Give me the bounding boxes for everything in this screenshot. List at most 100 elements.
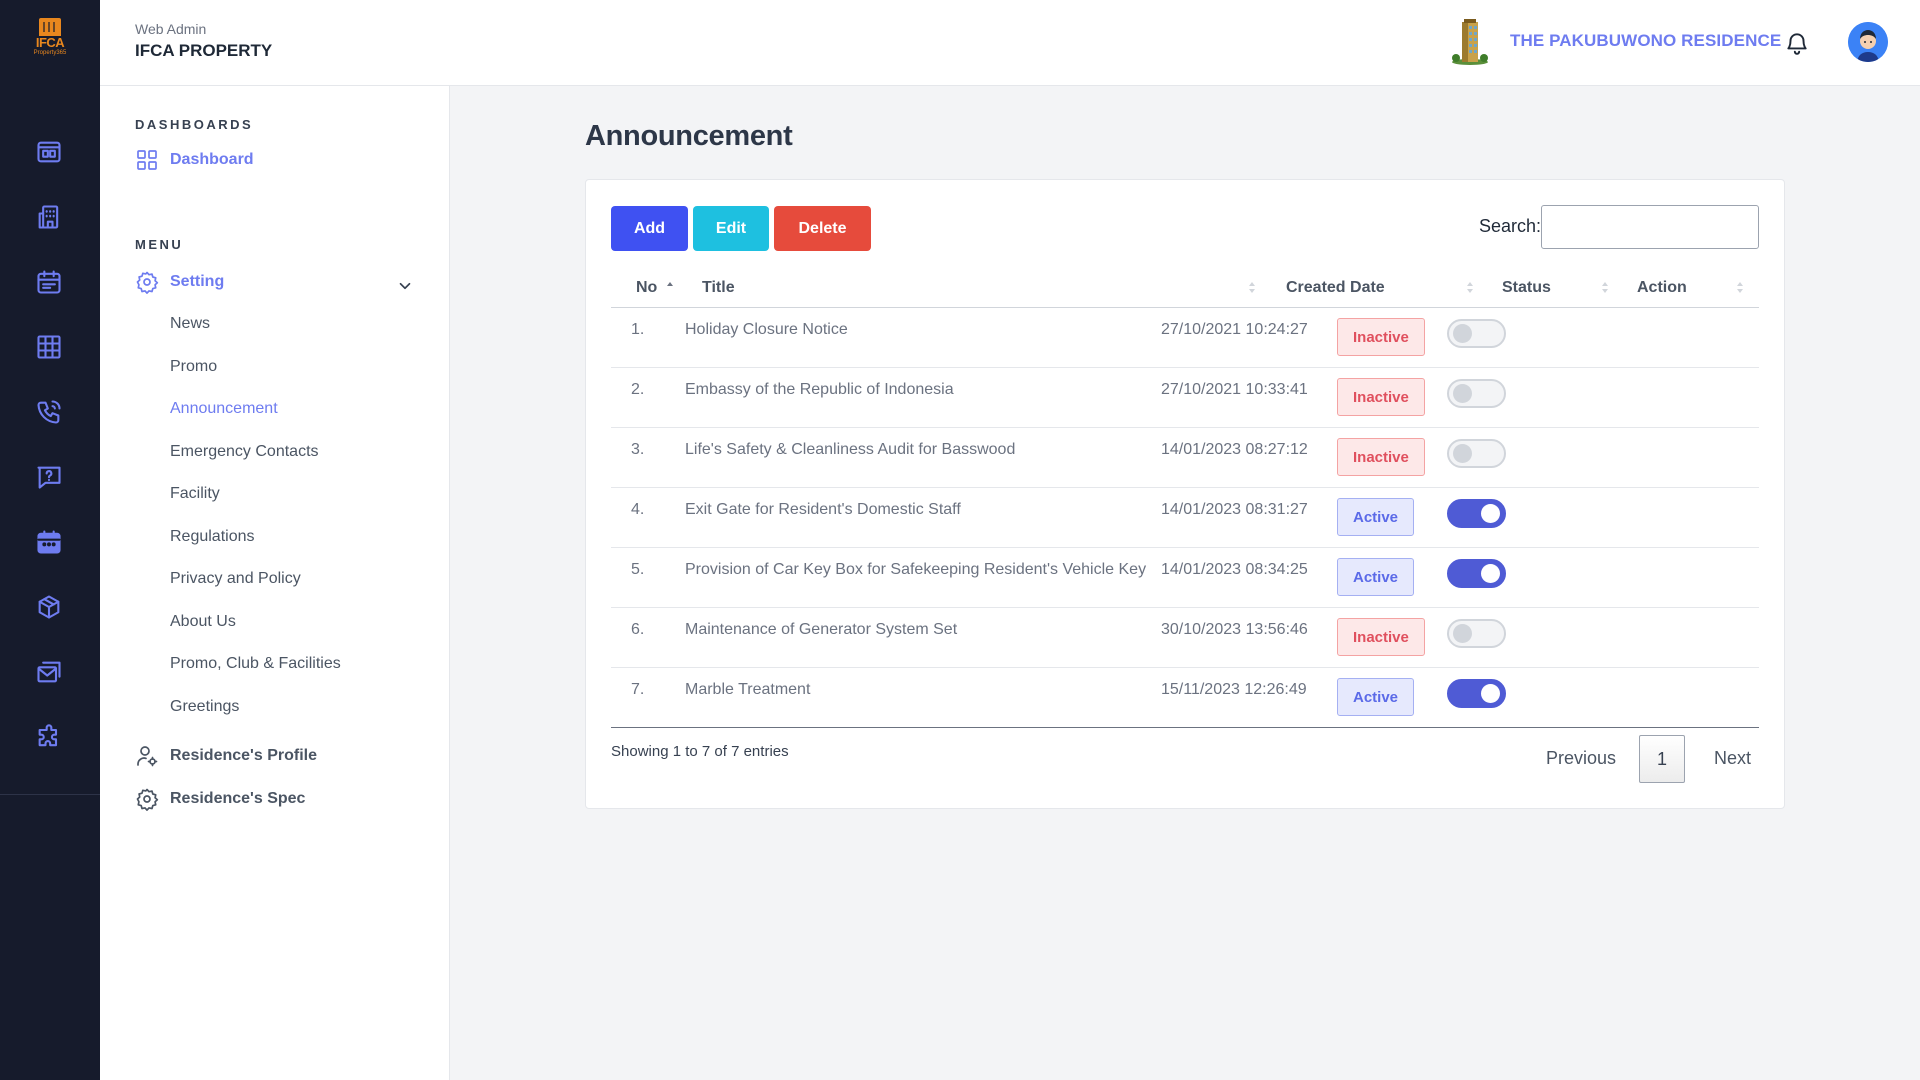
search-label: Search: xyxy=(1479,216,1542,236)
row-number: 5. xyxy=(631,561,645,578)
building-icon[interactable] xyxy=(34,202,64,232)
toggle-knob xyxy=(1453,444,1472,463)
column-header-no[interactable]: No xyxy=(636,279,657,297)
row-number: 3. xyxy=(631,441,645,458)
status-badge: Active xyxy=(1337,678,1415,716)
sidebar-subitem-about-us[interactable]: About Us xyxy=(170,613,236,631)
logo-subtext: Property365 xyxy=(33,50,67,56)
row-number: 4. xyxy=(631,501,645,518)
residence-name[interactable]: THE PAKUBUWONO RESIDENCE xyxy=(1510,31,1781,51)
column-header-action[interactable]: Action xyxy=(1637,279,1687,297)
sidebar-subitem-greetings[interactable]: Greetings xyxy=(170,698,239,716)
mail-icon[interactable] xyxy=(34,657,64,687)
page-title: Announcement xyxy=(585,120,793,152)
row-created-date: 30/10/2023 13:56:46 xyxy=(1161,621,1308,638)
sidebar-subitem-promo-club-facilities[interactable]: Promo, Club & Facilities xyxy=(170,655,341,673)
top-header: Web Admin IFCA PROPERTY THE PAKUBUWONO R… xyxy=(100,0,1920,86)
sort-icon[interactable] xyxy=(1248,282,1256,296)
ifca-logo[interactable]: IFCA Property365 xyxy=(30,18,70,60)
table-row[interactable]: 7. Marble Treatment 15/11/2023 12:26:49 Act… xyxy=(611,668,1759,728)
announcement-table: No Title Created Date Status Action 1. Ho… xyxy=(611,268,1759,728)
table-row[interactable]: 2. Embassy of the Republic of Indonesia 27… xyxy=(611,368,1759,428)
logo-text: IFCA xyxy=(35,35,65,50)
status-badge: Inactive xyxy=(1337,618,1425,656)
sidebar-subitem-news[interactable]: News xyxy=(170,315,210,333)
row-created-date: 15/11/2023 12:26:49 xyxy=(1161,681,1307,698)
sidebar-item-residence-profile[interactable]: Residence's Profile xyxy=(135,744,317,768)
row-number: 1. xyxy=(631,321,645,338)
status-badge: Active xyxy=(1337,558,1415,596)
add-button[interactable]: Add xyxy=(611,206,688,251)
table-row[interactable]: 6. Maintenance of Generator System Set 30/… xyxy=(611,608,1759,668)
next-page-button[interactable]: Next xyxy=(1714,748,1751,769)
chevron-down-icon[interactable] xyxy=(396,277,414,295)
status-badge: Inactive xyxy=(1337,438,1425,476)
dashboards-heading: DASHBOARDS xyxy=(135,117,254,132)
toggle-knob xyxy=(1453,324,1472,343)
edit-button[interactable]: Edit xyxy=(693,206,769,251)
sort-asc-icon[interactable] xyxy=(666,282,674,296)
help-icon[interactable] xyxy=(34,462,64,492)
sort-icon[interactable] xyxy=(1736,282,1744,296)
sidebar-subitem-privacy-policy[interactable]: Privacy and Policy xyxy=(170,570,301,588)
column-header-created-date[interactable]: Created Date xyxy=(1286,279,1385,297)
row-created-date: 14/01/2023 08:31:27 xyxy=(1161,501,1308,518)
status-toggle[interactable] xyxy=(1447,319,1506,348)
sidebar-item-label: Residence's Spec xyxy=(170,790,306,807)
delete-button[interactable]: Delete xyxy=(774,206,871,251)
sidebar-subitem-regulations[interactable]: Regulations xyxy=(170,528,255,546)
column-header-title[interactable]: Title xyxy=(702,279,735,297)
dashboard-icon[interactable] xyxy=(34,137,64,167)
table-body: 1. Holiday Closure Notice 27/10/2021 10:24… xyxy=(611,308,1759,728)
page-1-button[interactable]: 1 xyxy=(1639,735,1685,783)
sidebar-subitem-emergency-contacts[interactable]: Emergency Contacts xyxy=(170,443,319,461)
sidebar-subitem-promo[interactable]: Promo xyxy=(170,358,217,376)
status-toggle[interactable] xyxy=(1447,439,1506,468)
sort-icon[interactable] xyxy=(1466,282,1474,296)
row-title: Exit Gate for Resident's Domestic Staff xyxy=(685,501,961,518)
row-number: 7. xyxy=(631,681,645,698)
puzzle-icon[interactable] xyxy=(34,722,64,752)
sidebar-item-setting[interactable]: Setting xyxy=(135,270,224,294)
sidebar-item-label: Setting xyxy=(170,273,225,290)
toggle-knob xyxy=(1453,624,1472,643)
row-title: Holiday Closure Notice xyxy=(685,321,848,338)
event-icon[interactable] xyxy=(34,527,64,557)
phone-icon[interactable] xyxy=(34,397,64,427)
sidebar-item-label: Dashboard xyxy=(170,151,254,168)
table-row[interactable]: 3. Life's Safety & Cleanliness Audit for … xyxy=(611,428,1759,488)
toggle-knob xyxy=(1481,564,1500,583)
icon-rail: IFCA Property365 xyxy=(0,0,100,1080)
status-toggle[interactable] xyxy=(1447,619,1506,648)
notification-bell-icon[interactable] xyxy=(1784,30,1810,56)
sidebar-subitem-announcement[interactable]: Announcement xyxy=(170,400,278,418)
status-badge: Inactive xyxy=(1337,378,1425,416)
column-header-status[interactable]: Status xyxy=(1502,279,1551,297)
grid-icon xyxy=(137,150,157,170)
status-toggle[interactable] xyxy=(1447,559,1506,588)
status-toggle[interactable] xyxy=(1447,379,1506,408)
sidebar-item-dashboard[interactable]: Dashboard xyxy=(135,148,254,172)
search-input[interactable] xyxy=(1541,205,1759,249)
menu-heading: MENU xyxy=(135,237,184,252)
user-avatar[interactable] xyxy=(1848,22,1888,62)
previous-page-button[interactable]: Previous xyxy=(1546,748,1616,769)
sort-icon[interactable] xyxy=(1601,282,1609,296)
status-toggle[interactable] xyxy=(1447,679,1506,708)
row-number: 2. xyxy=(631,381,645,398)
user-settings-icon xyxy=(137,746,158,767)
sidebar-item-residence-spec[interactable]: Residence's Spec xyxy=(135,787,305,811)
row-created-date: 14/01/2023 08:27:12 xyxy=(1161,441,1308,458)
calendar-icon[interactable] xyxy=(34,267,64,297)
table-row[interactable]: 4. Exit Gate for Resident's Domestic Staf… xyxy=(611,488,1759,548)
status-toggle[interactable] xyxy=(1447,499,1506,528)
row-title: Marble Treatment xyxy=(685,681,811,698)
toggle-knob xyxy=(1481,684,1500,703)
table-row[interactable]: 5. Provision of Car Key Box for Safekeepi… xyxy=(611,548,1759,608)
floorplan-icon[interactable] xyxy=(34,332,64,362)
row-created-date: 14/01/2023 08:34:25 xyxy=(1161,561,1308,578)
table-row[interactable]: 1. Holiday Closure Notice 27/10/2021 10:24… xyxy=(611,308,1759,368)
package-icon[interactable] xyxy=(34,592,64,622)
row-title: Embassy of the Republic of Indonesia xyxy=(685,381,954,398)
sidebar-subitem-facility[interactable]: Facility xyxy=(170,485,220,503)
